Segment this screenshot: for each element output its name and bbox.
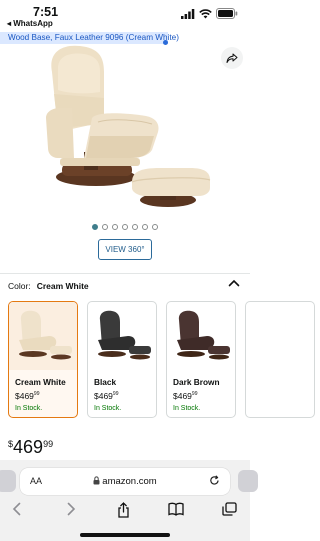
battery-icon	[216, 8, 238, 19]
share-icon[interactable]	[117, 502, 130, 518]
status-icons	[181, 8, 238, 19]
swatch-name: Cream White	[15, 377, 66, 387]
swatch-price-dollars: $469	[94, 391, 113, 401]
wifi-icon	[199, 8, 212, 18]
back-to-whatsapp-link[interactable]: ◂ WhatsApp	[7, 19, 53, 28]
swatch-thumbnail	[9, 302, 77, 370]
color-selector-header: Color: Cream White	[8, 281, 89, 291]
swatch-price: $46999	[15, 391, 39, 401]
color-swatch-list[interactable]: Cream White $46999 In Stock. Black $4699…	[8, 301, 315, 419]
next-tab-edge[interactable]	[238, 470, 258, 492]
price-currency: $	[8, 439, 14, 449]
swatch-thumbnail	[167, 302, 235, 370]
clock: 7:51	[33, 5, 59, 19]
swatch-name: Black	[94, 377, 117, 387]
swatch-price-cents: 99	[112, 391, 119, 398]
swatch-name: Dark Brown	[173, 377, 220, 387]
bookmarks-icon[interactable]	[168, 502, 184, 516]
lock-icon	[93, 476, 100, 485]
chevron-up-icon[interactable]	[228, 279, 240, 287]
recliner-thumbnail-cream	[19, 310, 72, 360]
carousel-dot[interactable]	[122, 224, 128, 230]
section-divider	[0, 273, 250, 274]
cellular-signal-icon	[181, 8, 195, 19]
carousel-dot[interactable]	[102, 224, 108, 230]
carousel-dot[interactable]	[152, 224, 158, 230]
swatch-price-dollars: $469	[173, 391, 192, 401]
product-price: $46999	[8, 437, 53, 458]
tabs-icon[interactable]	[222, 502, 237, 516]
carousel-dot[interactable]	[92, 224, 98, 230]
recliner-thumbnail-black	[98, 310, 151, 360]
home-indicator[interactable]	[80, 533, 170, 537]
carousel-dot[interactable]	[132, 224, 138, 230]
forward-chevron-icon[interactable]	[66, 502, 76, 516]
swatch-price: $46999	[173, 391, 197, 401]
status-bar: 7:51 ◂ WhatsApp	[0, 0, 250, 32]
swatch-price-cents: 99	[33, 391, 40, 398]
swatch-price: $46999	[94, 391, 118, 401]
swatch-dark-brown[interactable]: Dark Brown $46999 In Stock.	[166, 301, 236, 418]
back-chevron-icon[interactable]	[12, 502, 22, 516]
swatch-stock-status: In Stock.	[173, 405, 201, 412]
reload-icon[interactable]	[209, 475, 220, 486]
recliner-thumbnail-dark-brown	[177, 310, 230, 360]
carousel-dots	[0, 224, 250, 230]
swatch-thumbnail	[246, 302, 314, 370]
swatch-cream-white[interactable]: Cream White $46999 In Stock.	[8, 301, 78, 418]
price-dollars: 469	[13, 437, 44, 457]
address-bar[interactable]: AA amazon.com	[20, 468, 230, 495]
color-label: Color:	[8, 281, 31, 291]
url-domain: amazon.com	[102, 476, 157, 487]
carousel-dot[interactable]	[142, 224, 148, 230]
swatch-price-cents: 99	[191, 391, 198, 398]
swatch-thumbnail	[88, 302, 156, 370]
swatch-price-dollars: $469	[15, 391, 34, 401]
swatch-stock-status: In Stock.	[15, 405, 43, 412]
previous-tab-edge[interactable]	[0, 470, 16, 492]
product-image-carousel[interactable]: Wood Base, Faux Leather 9096 (Cream Whit…	[0, 32, 250, 218]
product-main-image	[46, 45, 211, 207]
view-360-button[interactable]: VIEW 360°	[98, 239, 152, 260]
price-cents: 99	[43, 439, 54, 449]
selected-color-name: Cream White	[36, 281, 89, 291]
url-text[interactable]: amazon.com	[20, 476, 230, 487]
carousel-dot[interactable]	[112, 224, 118, 230]
safari-nav-bar	[0, 500, 250, 522]
swatch-stock-status: In Stock.	[94, 405, 122, 412]
swatch-black[interactable]: Black $46999 In Stock.	[87, 301, 157, 418]
swatch-partial[interactable]	[245, 301, 315, 418]
